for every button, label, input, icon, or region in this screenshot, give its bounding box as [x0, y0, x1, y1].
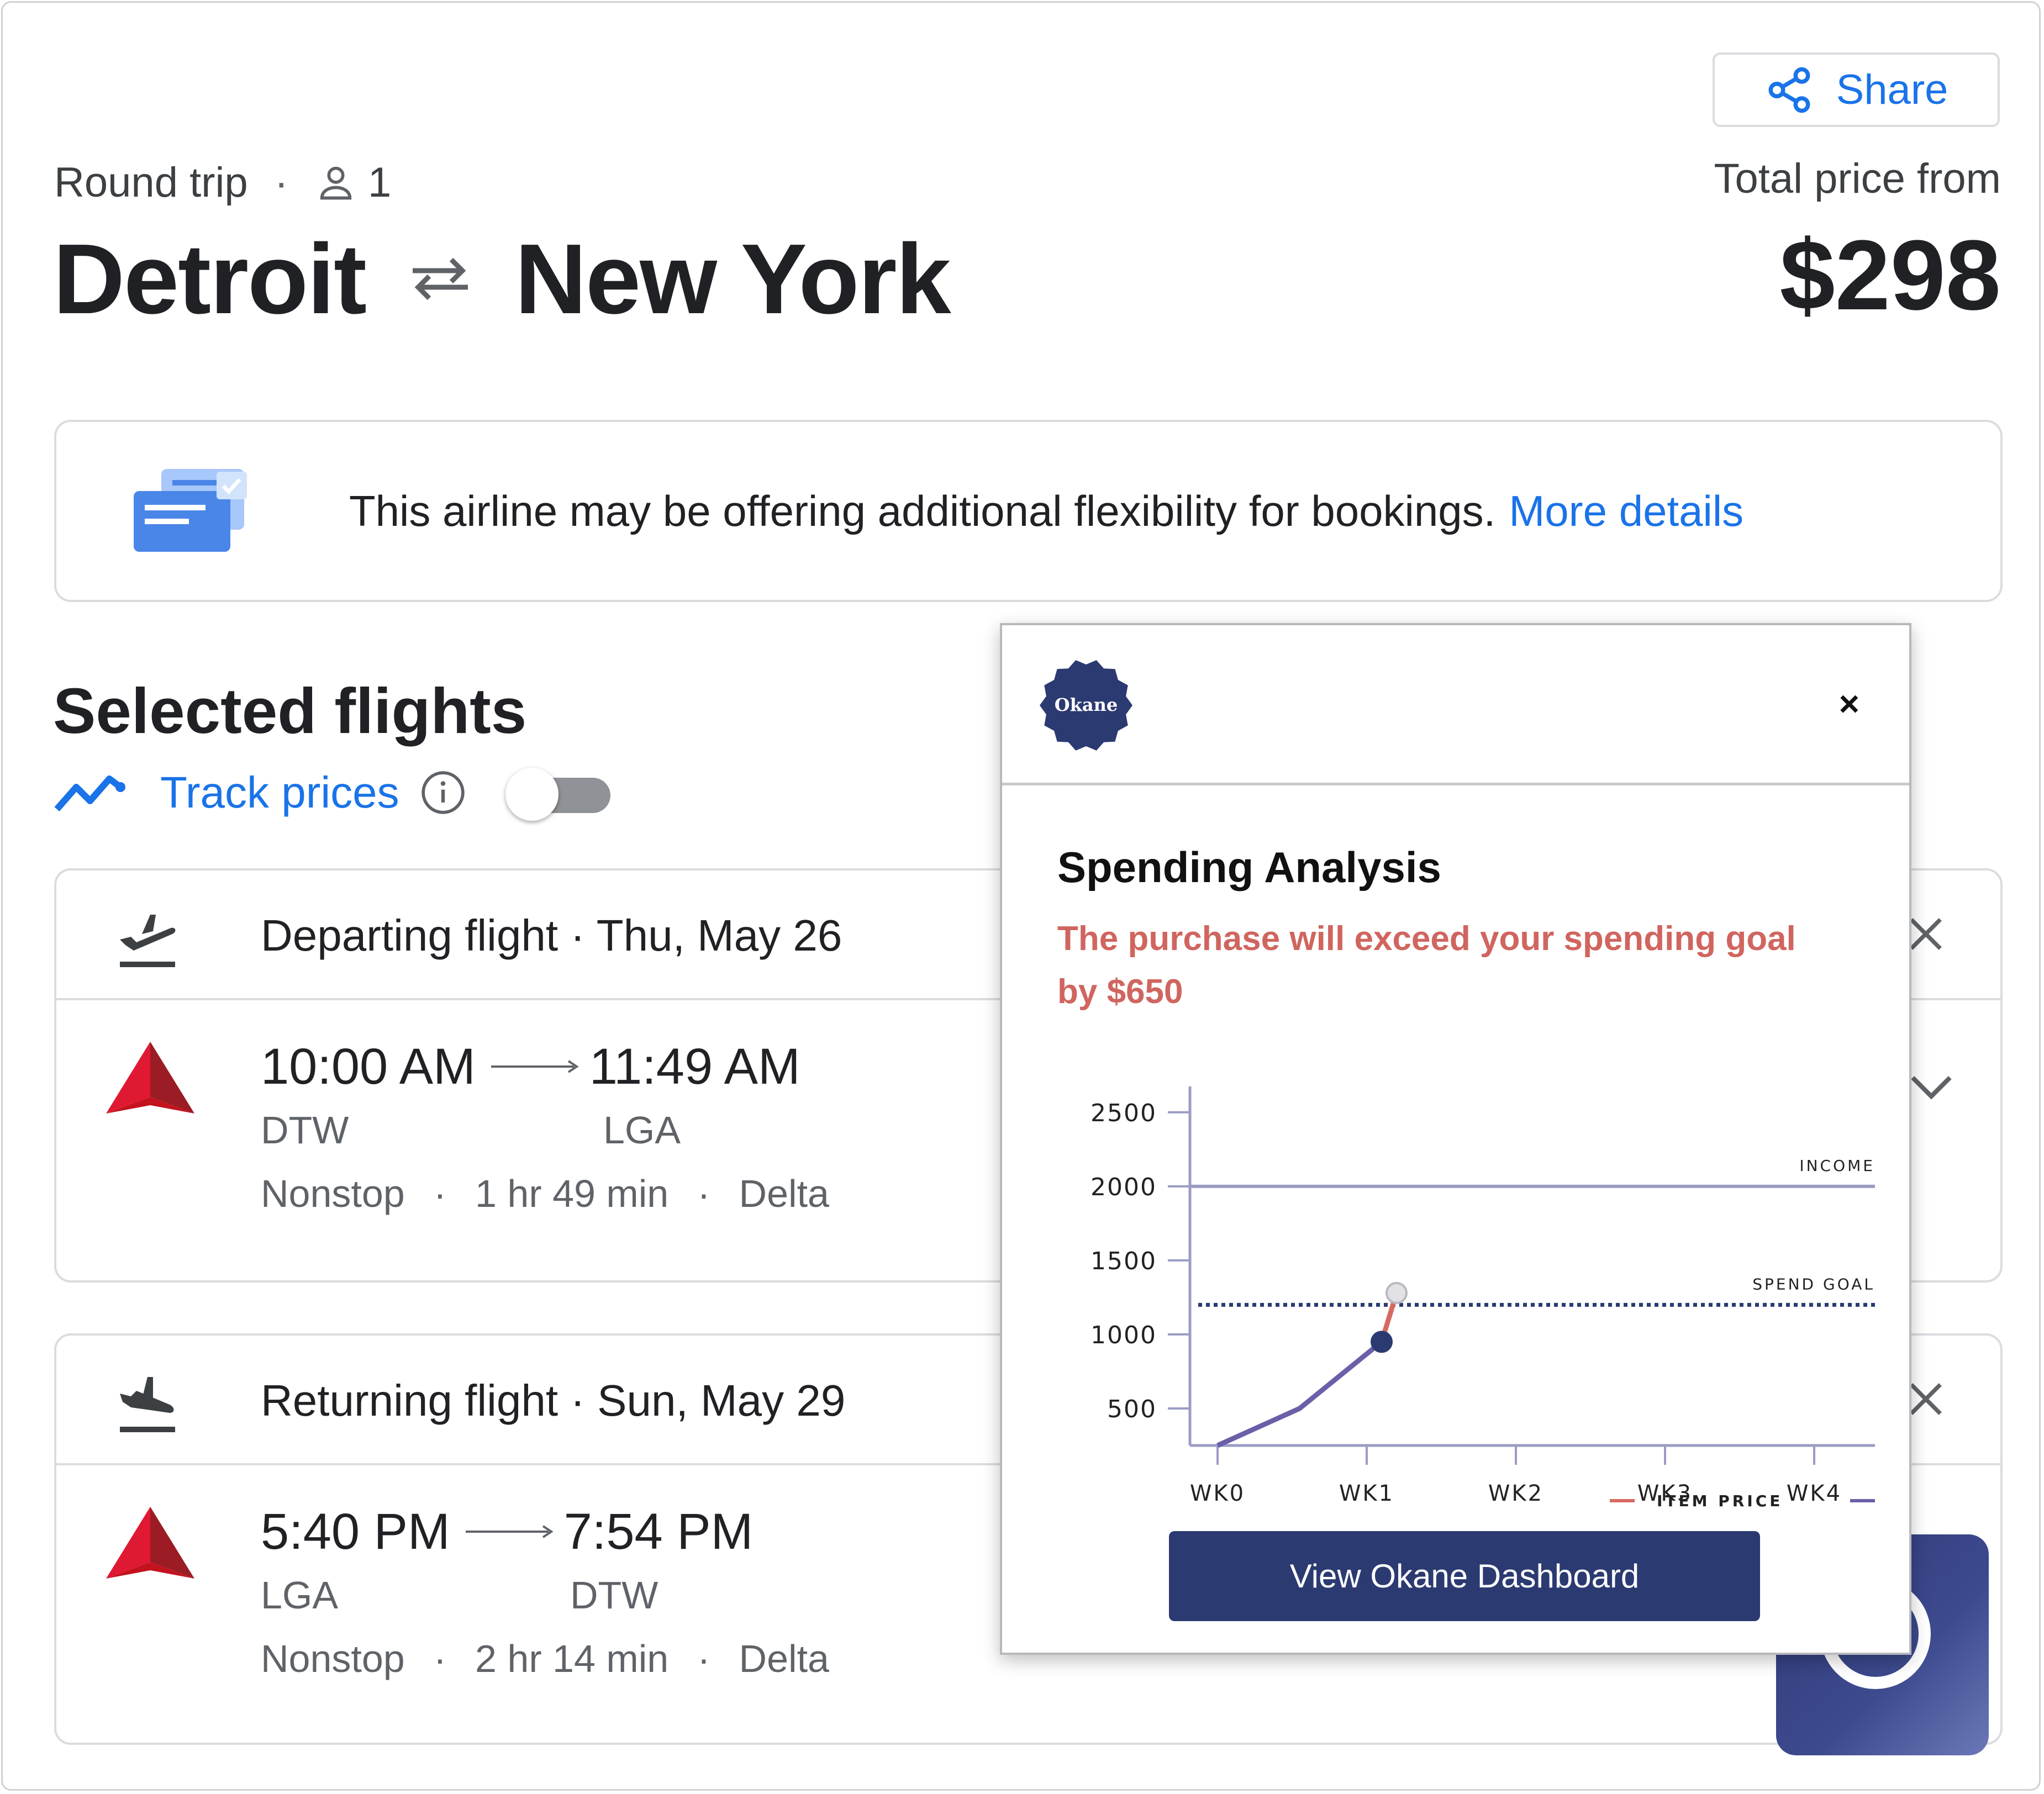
y-tick-label: 500: [1107, 1395, 1157, 1423]
departure-airport: DTW: [261, 1109, 349, 1152]
okane-popup-header: Okane ×: [1002, 625, 1909, 785]
more-details-link[interactable]: More details: [1509, 486, 1743, 536]
departure-time: 5:40 PM: [261, 1503, 450, 1560]
close-popup-button[interactable]: ×: [1839, 686, 1859, 721]
toggle-knob: [505, 768, 559, 821]
y-tick-label: 1000: [1091, 1321, 1157, 1349]
spending-chart: 5001000150020002500WK0 WK1 WK2 WK3 WK4INCOME…: [1091, 1086, 1875, 1510]
arrow-right-icon: [465, 1525, 554, 1538]
total-price: $298: [1779, 220, 2001, 331]
person-icon: [320, 166, 352, 200]
returning-header-text: Returning flight · Sun, May 29: [261, 1375, 846, 1425]
price-label: Total price from: [1714, 155, 2001, 202]
departure-time: 10:00 AM: [261, 1038, 476, 1095]
reference-label: INCOME: [1799, 1157, 1875, 1175]
ticket-check-icon: [134, 469, 247, 552]
origin-city: Detroit: [53, 223, 367, 335]
x-tick-label: WK2: [1488, 1481, 1543, 1506]
chevron-down-icon[interactable]: [1906, 1067, 1956, 1105]
detail-separator: ·: [433, 1172, 447, 1215]
airline: Delta: [739, 1637, 829, 1680]
reference-label: SPEND GOAL: [1752, 1275, 1875, 1293]
arrival-airport: DTW: [570, 1574, 658, 1617]
track-prices-label[interactable]: Track prices: [160, 767, 399, 818]
passenger-count[interactable]: 1: [315, 159, 391, 207]
duration: 1 hr 49 min: [475, 1172, 669, 1215]
x-tick-label: WK1: [1339, 1481, 1394, 1506]
selected-flights-heading: Selected flights: [53, 675, 527, 747]
arrival-time: 11:49 AM: [589, 1038, 800, 1095]
route-title: Detroit New York: [53, 215, 951, 342]
departing-times: 10:00 AM 11:49 AM: [261, 1031, 800, 1102]
x-tick-label: WK0: [1190, 1481, 1245, 1506]
view-dashboard-button[interactable]: View Okane Dashboard: [1169, 1531, 1760, 1621]
duration: 2 hr 14 min: [475, 1637, 669, 1680]
spending-warning: The purchase will exceed your spending g…: [1057, 920, 1796, 1011]
share-icon: [1768, 67, 1810, 113]
delta-logo: [106, 1507, 194, 1579]
current-spending-point: [1371, 1331, 1393, 1353]
detail-separator: ·: [697, 1637, 710, 1680]
okane-logo: Okane: [1040, 660, 1132, 751]
series-line: [1216, 1339, 1383, 1448]
flexibility-banner: This airline may be offering additional …: [54, 420, 2003, 602]
departure-airport: LGA: [261, 1574, 339, 1617]
arrival-time: 7:54 PM: [563, 1503, 754, 1560]
passenger-number: 1: [367, 159, 392, 206]
stops: Nonstop: [261, 1172, 405, 1215]
meta-separator: ·: [274, 159, 288, 206]
detail-separator: ·: [433, 1637, 447, 1680]
share-label: Share: [1836, 66, 1948, 113]
takeoff-icon: [120, 915, 176, 967]
share-button[interactable]: Share: [1713, 52, 2000, 127]
returning-times: 5:40 PM 7:54 PM: [261, 1496, 753, 1568]
destination-city: New York: [515, 223, 951, 335]
returning-details: Nonstop · 2 hr 14 min · Delta: [261, 1637, 829, 1681]
spending-analysis-title: Spending Analysis: [1057, 843, 1441, 891]
okane-logo-text: Okane: [1055, 694, 1118, 715]
delta-logo: [106, 1042, 194, 1114]
okane-popup: Okane × Spending Analysis The purchase w…: [1000, 623, 1911, 1655]
swap-arrows-icon: [413, 257, 468, 300]
track-prices-row: Track prices: [54, 759, 616, 826]
airline: Delta: [739, 1172, 829, 1215]
departing-details: Nonstop · 1 hr 49 min · Delta: [261, 1172, 829, 1216]
x-tick-label: WK4: [1787, 1481, 1842, 1506]
arrival-airport: LGA: [603, 1109, 681, 1152]
info-icon[interactable]: [419, 769, 467, 816]
item-price-point: [1386, 1281, 1408, 1304]
trip-type[interactable]: Round trip: [54, 159, 248, 207]
detail-separator: ·: [697, 1172, 710, 1215]
banner-message: This airline may be offering additional …: [349, 422, 1743, 600]
arrow-right-icon: [491, 1060, 579, 1073]
trend-icon: [54, 775, 125, 811]
y-tick-label: 2000: [1091, 1173, 1157, 1201]
y-tick-label: 1500: [1091, 1247, 1157, 1275]
track-prices-toggle[interactable]: [505, 768, 616, 821]
departing-header-text: Departing flight · Thu, May 26: [261, 910, 842, 960]
stops: Nonstop: [261, 1637, 405, 1680]
trip-meta: Round trip · 1: [54, 155, 391, 210]
y-tick-label: 2500: [1091, 1099, 1157, 1127]
legend-label: ITEM PRICE: [1657, 1492, 1783, 1510]
banner-text: This airline may be offering additional …: [349, 486, 1496, 535]
landing-icon: [120, 1377, 175, 1432]
